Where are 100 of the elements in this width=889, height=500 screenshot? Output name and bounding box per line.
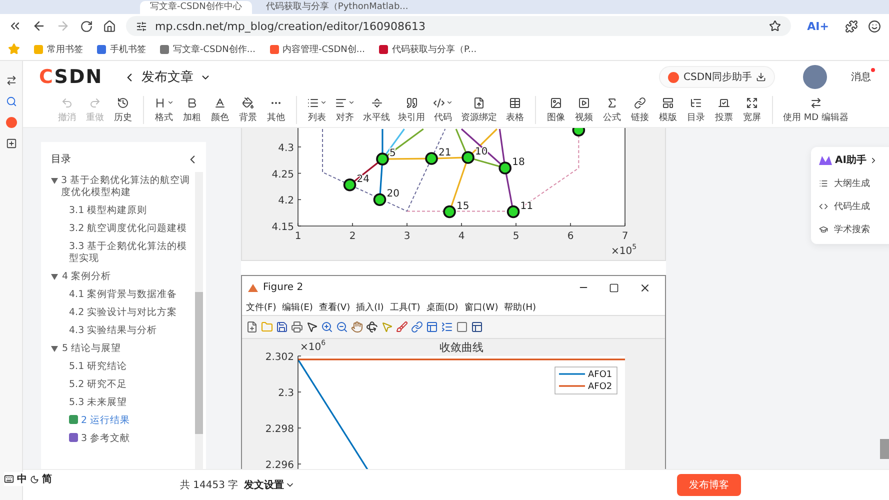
toc-item[interactable]: 2 运行结果 bbox=[51, 412, 195, 430]
toolbar-button[interactable]: 投票 bbox=[710, 96, 738, 124]
brush-icon[interactable] bbox=[396, 321, 408, 334]
toolbar-button[interactable]: 加粗 bbox=[178, 96, 206, 124]
toolbar-button[interactable]: 历史 bbox=[109, 96, 137, 124]
keyboard-icon[interactable] bbox=[4, 474, 14, 484]
menu-item[interactable]: 文件(F) bbox=[246, 301, 276, 314]
toolbar-button[interactable]: 使用 MD 编辑器 bbox=[779, 96, 852, 124]
menu-item[interactable]: 插入(I) bbox=[356, 301, 384, 314]
ime-mode[interactable]: 中 bbox=[17, 472, 27, 486]
template-icon bbox=[662, 96, 674, 108]
printer-icon[interactable] bbox=[291, 321, 303, 334]
legend-icon[interactable] bbox=[441, 321, 453, 334]
back-icon[interactable] bbox=[32, 19, 46, 33]
circle-icon[interactable] bbox=[6, 117, 16, 128]
toc-item[interactable]: 5.1 研究结论 bbox=[51, 358, 195, 376]
toc-item[interactable]: 3.2 航空调度优化问题建模 bbox=[51, 220, 195, 238]
zoom-in-icon[interactable] bbox=[321, 321, 333, 334]
bookmark-link[interactable]: 内容管理-CSDN创... bbox=[270, 42, 365, 56]
menu-item[interactable]: 桌面(D) bbox=[426, 301, 458, 314]
toolbar-button[interactable]: 表格 bbox=[501, 96, 529, 124]
bookmark-star-icon[interactable] bbox=[769, 20, 782, 32]
ime-script[interactable]: 简 bbox=[42, 472, 52, 486]
toc-item[interactable]: 5.2 研究不足 bbox=[51, 376, 195, 394]
toolbar-button[interactable]: 宽屏 bbox=[738, 96, 766, 124]
toc-item[interactable]: 3.3 基于企鹅优化算法的模型实现 bbox=[51, 238, 195, 268]
tick-label: 6 bbox=[567, 231, 574, 242]
site-settings-icon[interactable] bbox=[136, 20, 147, 32]
ai-button[interactable]: AI+ bbox=[801, 20, 835, 32]
ai-panel-title[interactable]: AI助手 bbox=[835, 153, 866, 167]
bookmark-link[interactable]: 常用书签 bbox=[34, 42, 83, 56]
ai-menu-item[interactable]: 大纲生成 bbox=[819, 177, 889, 190]
save-icon[interactable] bbox=[276, 321, 288, 334]
toolbar-button[interactable]: 代码 bbox=[429, 96, 457, 124]
add-icon[interactable] bbox=[6, 138, 16, 149]
toolbar-button[interactable]: 视频 bbox=[570, 96, 598, 124]
menu-item[interactable]: 帮助(H) bbox=[504, 301, 536, 314]
messages-link[interactable]: 消息 bbox=[847, 70, 875, 84]
toolbar-button[interactable]: 资源绑定 bbox=[457, 96, 501, 124]
toolbar-button[interactable]: 水平线 bbox=[359, 96, 394, 124]
point-label: 11 bbox=[520, 200, 533, 212]
square-icon[interactable] bbox=[456, 321, 468, 334]
toolbar-button[interactable]: 公式 bbox=[598, 96, 626, 124]
search-icon[interactable] bbox=[6, 96, 16, 107]
toc-item[interactable]: 3.1 模型构建原则 bbox=[51, 202, 195, 220]
toc-item[interactable]: 4 案例分析 bbox=[51, 268, 195, 286]
toolbar-button[interactable]: 图像 bbox=[542, 96, 570, 124]
toc-item[interactable]: 3 基于企鹅优化算法的航空调度优化模型构建 bbox=[51, 172, 195, 202]
moon-icon[interactable] bbox=[30, 474, 39, 484]
toc-item[interactable]: 5 结论与展望 bbox=[51, 340, 195, 358]
toolbar-button[interactable]: 对齐 bbox=[331, 96, 359, 124]
toolbar-button[interactable]: 其他 bbox=[262, 96, 290, 124]
logo[interactable]: CSDN bbox=[39, 66, 103, 88]
zoom-out-icon[interactable] bbox=[336, 321, 348, 334]
reload-icon[interactable] bbox=[80, 20, 93, 32]
sync-button[interactable]: CSDN同步助手 bbox=[659, 66, 775, 88]
favorites-star-icon[interactable] bbox=[8, 43, 20, 55]
page-title[interactable]: 发布文章 bbox=[122, 68, 211, 86]
bookmark-link[interactable]: 手机书签 bbox=[97, 42, 146, 56]
extensions-icon[interactable] bbox=[845, 20, 858, 32]
ai-menu-item[interactable]: 学术搜索 bbox=[819, 223, 889, 236]
bookmark-link[interactable]: 代码获取与分享（P... bbox=[379, 42, 477, 56]
rotate-icon[interactable] bbox=[366, 321, 378, 334]
toolbar-button[interactable]: 列表 bbox=[303, 96, 331, 124]
data-point bbox=[425, 152, 438, 165]
toc-item[interactable]: 4.3 实验结果与分析 bbox=[51, 322, 195, 340]
toolbar-button[interactable]: 背景 bbox=[234, 96, 262, 124]
pointer-icon[interactable] bbox=[306, 321, 318, 334]
browser-tab[interactable]: 写文章-CSDN创作中心 bbox=[140, 1, 252, 14]
address-bar[interactable]: mp.csdn.net/mp_blog/creation/editor/160908613 bbox=[126, 16, 792, 36]
menu-item[interactable]: 编辑(E) bbox=[282, 301, 313, 314]
toolbar-button[interactable]: 链接 bbox=[626, 96, 654, 124]
home-icon[interactable] bbox=[103, 20, 116, 32]
ai-menu-item[interactable]: 代码生成 bbox=[819, 200, 889, 213]
toc-item[interactable]: 3 参考文献 bbox=[51, 430, 195, 448]
toc-item[interactable]: 4.2 实验设计与对比方案 bbox=[51, 304, 195, 322]
toc-item[interactable]: 5.3 未来展望 bbox=[51, 394, 195, 412]
toolbar-button[interactable]: 格式 bbox=[150, 96, 178, 124]
link-icon[interactable] bbox=[411, 321, 423, 334]
matlab-icon bbox=[248, 282, 259, 293]
new-file-icon[interactable] bbox=[246, 321, 258, 334]
menu-item[interactable]: 工具(T) bbox=[390, 301, 420, 314]
avatar[interactable] bbox=[803, 65, 827, 89]
toolbar-button[interactable]: 模版 bbox=[654, 96, 682, 124]
toolbar-button[interactable]: 块引用 bbox=[394, 96, 429, 124]
graduation-cap-icon bbox=[819, 225, 828, 234]
smile-icon[interactable] bbox=[868, 20, 881, 32]
toolbar-button[interactable]: 颜色 bbox=[206, 96, 234, 124]
hand-icon[interactable] bbox=[351, 321, 363, 334]
toolbar-button[interactable]: 目录 bbox=[682, 96, 710, 124]
window-icon[interactable] bbox=[471, 321, 483, 334]
point-label: 24 bbox=[356, 174, 370, 185]
browser-tab[interactable]: 代码获取与分享（PythonMatlab... bbox=[256, 1, 418, 14]
settings-dropdown[interactable]: 发文设置 bbox=[244, 478, 296, 492]
toc-item[interactable]: 4.1 案例背景与数据准备 bbox=[51, 286, 195, 304]
menu-item[interactable]: 查看(V) bbox=[318, 301, 350, 314]
scrollbar-thumb[interactable] bbox=[880, 439, 889, 459]
menu-item[interactable]: 窗口(W) bbox=[464, 301, 498, 314]
scrollbar-thumb[interactable] bbox=[195, 292, 203, 434]
bookmark-link[interactable]: 写文章-CSDN创作... bbox=[160, 42, 256, 56]
